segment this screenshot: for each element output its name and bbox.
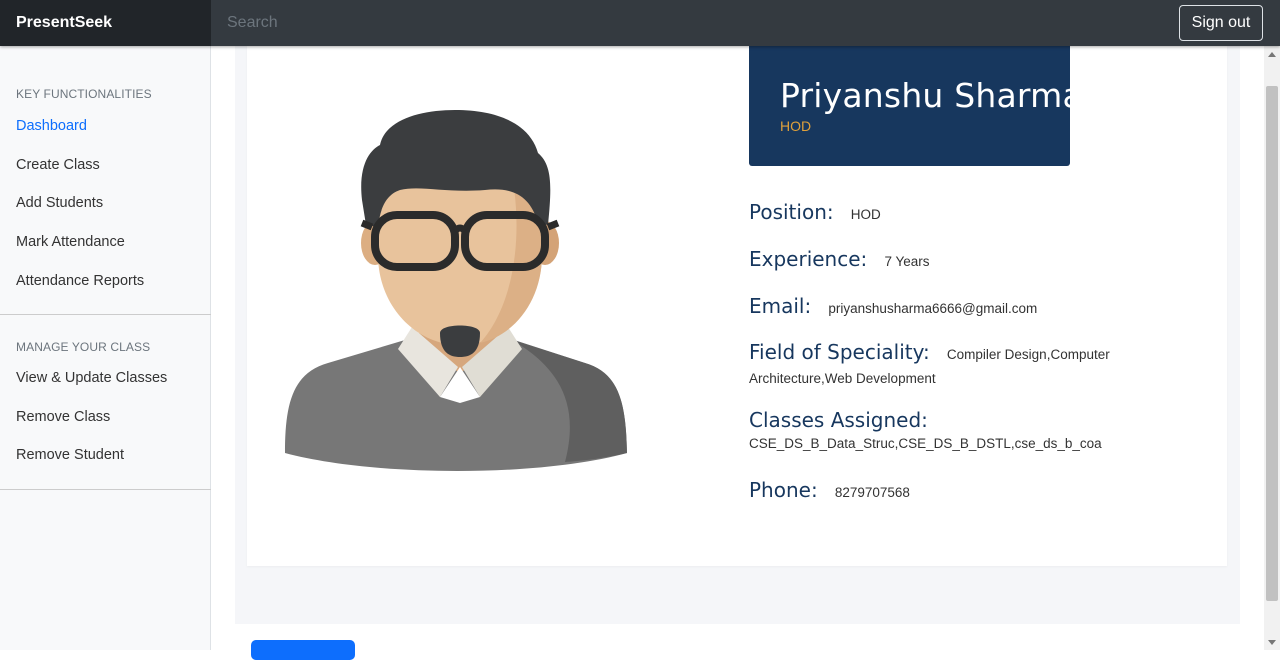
- brand-logo[interactable]: PresentSeek: [0, 0, 211, 46]
- profile-role: HOD: [780, 118, 812, 134]
- position-value: HOD: [850, 207, 881, 222]
- sidebar-item-add-students[interactable]: Add Students: [16, 195, 103, 211]
- profile-name-banner: Priyanshu Sharma HOD: [749, 46, 1083, 166]
- speciality-field: Field of Speciality: Compiler Design,Com…: [749, 340, 1119, 391]
- sidebar: KEY FUNCTIONALITIES Dashboard Create Cla…: [0, 46, 211, 650]
- sidebar-item-create-class[interactable]: Create Class: [16, 157, 100, 173]
- position-label: Position:: [749, 200, 847, 224]
- email-label: Email:: [749, 294, 824, 318]
- scroll-down-arrow-icon[interactable]: [1268, 640, 1276, 645]
- sidebar-divider: [0, 314, 211, 315]
- scroll-up-arrow-icon[interactable]: [1268, 52, 1276, 57]
- phone-field: Phone: 8279707568: [749, 478, 1129, 502]
- scrollbar-thumb[interactable]: [1266, 86, 1278, 601]
- sidebar-item-dashboard[interactable]: Dashboard: [16, 118, 87, 134]
- sidebar-heading-manage-class: MANAGE YOUR CLASS: [16, 340, 151, 354]
- search-input[interactable]: [211, 0, 1171, 46]
- classes-assigned-value: CSE_DS_B_Data_Struc,CSE_DS_B_DSTL,cse_ds…: [749, 436, 1102, 451]
- top-navbar: PresentSeek Sign out: [0, 0, 1280, 46]
- primary-button[interactable]: [251, 640, 355, 660]
- speciality-label: Field of Speciality:: [749, 340, 943, 364]
- sign-out-button[interactable]: Sign out: [1179, 5, 1263, 41]
- experience-field: Experience: 7 Years: [749, 247, 1129, 271]
- profile-name: Priyanshu Sharma: [780, 76, 1083, 115]
- sidebar-item-remove-class[interactable]: Remove Class: [16, 409, 110, 425]
- classes-assigned-field: Classes Assigned: CSE_DS_B_Data_Struc,CS…: [749, 408, 1109, 456]
- position-field: Position: HOD: [749, 200, 1129, 224]
- classes-assigned-label: Classes Assigned:: [749, 408, 928, 432]
- phone-label: Phone:: [749, 478, 831, 502]
- sidebar-divider: [0, 489, 211, 490]
- phone-value: 8279707568: [834, 485, 910, 500]
- sidebar-heading-key-functionalities: KEY FUNCTIONALITIES: [16, 87, 152, 101]
- email-value: priyanshusharma6666@gmail.com: [828, 301, 1038, 316]
- sidebar-item-attendance-reports[interactable]: Attendance Reports: [16, 273, 144, 289]
- experience-value: 7 Years: [884, 254, 930, 269]
- sidebar-item-view-update-classes[interactable]: View & Update Classes: [16, 370, 167, 386]
- sidebar-item-remove-student[interactable]: Remove Student: [16, 447, 124, 463]
- email-field: Email: priyanshusharma6666@gmail.com: [749, 294, 1129, 318]
- user-avatar-icon: [285, 110, 627, 471]
- sidebar-item-mark-attendance[interactable]: Mark Attendance: [16, 234, 125, 250]
- experience-label: Experience:: [749, 247, 880, 271]
